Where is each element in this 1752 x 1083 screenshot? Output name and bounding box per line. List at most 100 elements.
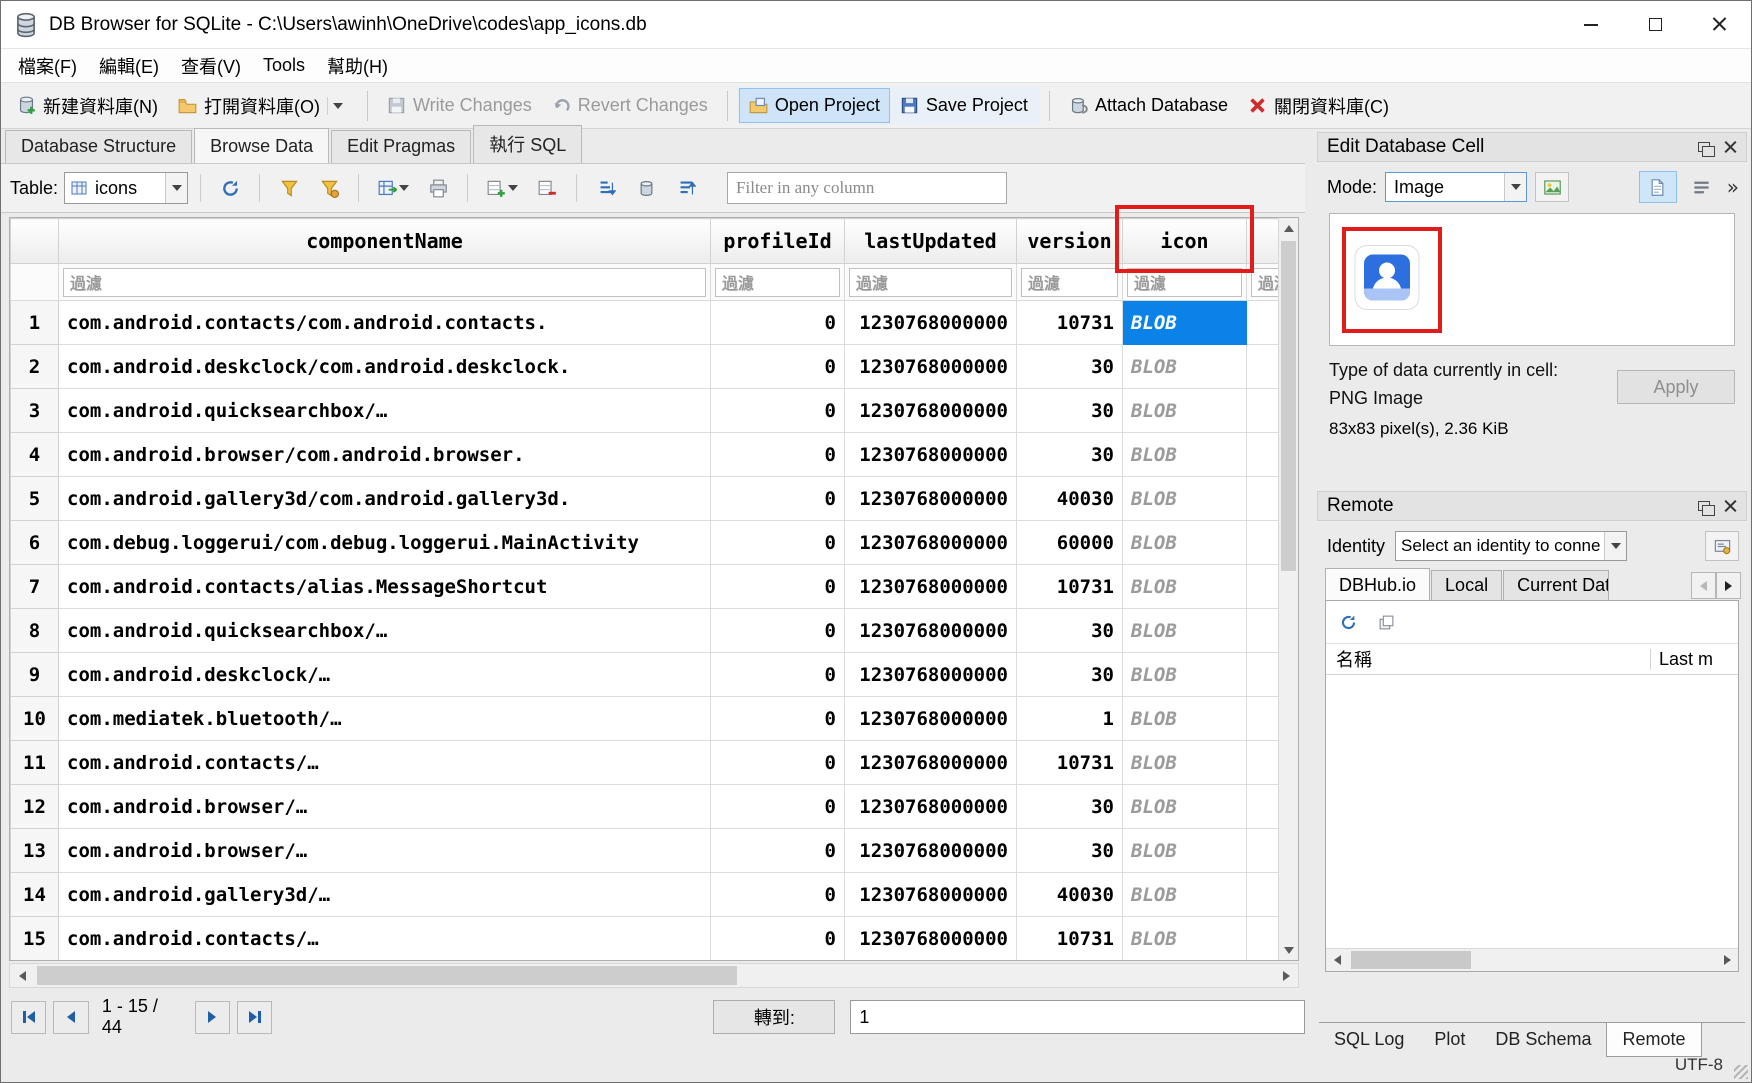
filter-any-column-input[interactable] <box>727 172 1007 204</box>
export-cell-data-button[interactable] <box>1535 172 1569 202</box>
cell-componentname[interactable]: com.android.contacts/alias.MessageShortc… <box>59 565 711 609</box>
column-header-profileid[interactable]: profileId <box>711 219 845 264</box>
cell-partial[interactable] <box>1247 477 1279 521</box>
manage-identities-button[interactable] <box>1705 531 1739 561</box>
cell-version[interactable]: 30 <box>1017 609 1123 653</box>
remote-scrollbar-thumb[interactable] <box>1351 951 1471 969</box>
filter-input-partial[interactable]: 過濾 <box>1251 268 1278 297</box>
row-number-cell[interactable]: 1 <box>11 301 59 345</box>
scroll-up-button[interactable] <box>1279 218 1298 238</box>
cell-partial[interactable] <box>1247 301 1279 345</box>
cell-lastupdated[interactable]: 1230768000000 <box>845 565 1017 609</box>
column-header-lastupdated[interactable]: lastUpdated <box>845 219 1017 264</box>
cell-componentname[interactable]: com.debug.loggerui/com.debug.loggerui.Ma… <box>59 521 711 565</box>
cell-version[interactable]: 10731 <box>1017 301 1123 345</box>
scroll-down-button[interactable] <box>1279 940 1298 960</box>
goto-record-input[interactable] <box>850 1000 1305 1034</box>
cell-version[interactable]: 10731 <box>1017 741 1123 785</box>
maximize-button[interactable] <box>1623 1 1687 48</box>
sort-ascending-button[interactable] <box>589 171 623 205</box>
identity-combobox[interactable]: Select an identity to conne <box>1395 531 1627 561</box>
goto-button[interactable]: 轉到: <box>713 1000 835 1034</box>
close-database-button[interactable]: 關閉資料庫(C) <box>1238 86 1399 126</box>
cell-version[interactable]: 30 <box>1017 785 1123 829</box>
dock-tab-plot[interactable]: Plot <box>1419 1023 1480 1057</box>
tab-execute-sql[interactable]: 執行 SQL <box>473 125 582 163</box>
cell-partial[interactable] <box>1247 433 1279 477</box>
cell-version[interactable]: 30 <box>1017 653 1123 697</box>
mode-combobox-arrow[interactable] <box>1504 173 1526 201</box>
row-number-cell[interactable]: 3 <box>11 389 59 433</box>
insert-record-button[interactable] <box>480 171 524 205</box>
cell-profileid[interactable]: 0 <box>711 301 845 345</box>
tab-current-database[interactable]: Current Dat <box>1503 570 1609 600</box>
cell-profileid[interactable]: 0 <box>711 477 845 521</box>
row-number-cell[interactable]: 14 <box>11 873 59 917</box>
attach-database-button[interactable]: Attach Database <box>1059 88 1238 123</box>
cell-lastupdated[interactable]: 1230768000000 <box>845 917 1017 961</box>
cell-partial[interactable] <box>1247 697 1279 741</box>
cell-componentname[interactable]: com.android.browser/… <box>59 829 711 873</box>
cell-lastupdated[interactable]: 1230768000000 <box>845 389 1017 433</box>
cell-icon-blob[interactable]: BLOB <box>1123 609 1247 653</box>
apply-button[interactable]: Apply <box>1617 370 1735 404</box>
tab-scroll-right-button[interactable] <box>1716 572 1741 599</box>
cell-version[interactable]: 60000 <box>1017 521 1123 565</box>
remote-column-name[interactable]: 名稱 <box>1326 646 1650 672</box>
tab-dbhub[interactable]: DBHub.io <box>1325 568 1430 600</box>
cell-lastupdated[interactable]: 1230768000000 <box>845 785 1017 829</box>
cell-componentname[interactable]: com.android.quicksearchbox/… <box>59 609 711 653</box>
cell-partial[interactable] <box>1247 741 1279 785</box>
cell-partial[interactable] <box>1247 389 1279 433</box>
cell-partial[interactable] <box>1247 565 1279 609</box>
close-button[interactable] <box>1687 1 1751 48</box>
row-number-cell[interactable]: 7 <box>11 565 59 609</box>
identity-combobox-arrow[interactable] <box>1604 532 1626 560</box>
word-wrap-button[interactable] <box>1685 172 1719 202</box>
dock-tab-remote[interactable]: Remote <box>1606 1023 1701 1057</box>
refresh-table-button[interactable] <box>213 171 247 205</box>
cell-version[interactable]: 30 <box>1017 433 1123 477</box>
horizontal-scrollbar-thumb[interactable] <box>37 966 737 985</box>
cell-lastupdated[interactable]: 1230768000000 <box>845 697 1017 741</box>
row-number-cell[interactable]: 13 <box>11 829 59 873</box>
table-combobox[interactable]: icons <box>64 172 188 204</box>
cell-icon-blob[interactable]: BLOB <box>1123 873 1247 917</box>
scroll-left-button[interactable] <box>10 964 34 987</box>
tab-local[interactable]: Local <box>1431 570 1502 600</box>
cell-partial[interactable] <box>1247 829 1279 873</box>
cell-partial[interactable] <box>1247 609 1279 653</box>
row-number-cell[interactable]: 4 <box>11 433 59 477</box>
cell-icon-blob[interactable]: BLOB <box>1123 785 1247 829</box>
clear-filters-button[interactable] <box>272 171 306 205</box>
cell-componentname[interactable]: com.android.browser/com.android.browser. <box>59 433 711 477</box>
cell-partial[interactable] <box>1247 521 1279 565</box>
cell-icon-blob[interactable]: BLOB <box>1123 741 1247 785</box>
cell-profileid[interactable]: 0 <box>711 829 845 873</box>
cell-profileid[interactable]: 0 <box>711 521 845 565</box>
menu-file[interactable]: 檔案(F) <box>7 49 88 83</box>
cell-componentname[interactable]: com.android.deskclock/… <box>59 653 711 697</box>
cell-icon-blob[interactable]: BLOB <box>1123 565 1247 609</box>
menu-tools[interactable]: Tools <box>252 51 316 80</box>
print-button[interactable] <box>421 171 455 205</box>
cell-lastupdated[interactable]: 1230768000000 <box>845 829 1017 873</box>
remote-horizontal-scrollbar[interactable] <box>1326 948 1738 971</box>
cell-version[interactable]: 1 <box>1017 697 1123 741</box>
cell-lastupdated[interactable]: 1230768000000 <box>845 741 1017 785</box>
cell-version[interactable]: 10731 <box>1017 565 1123 609</box>
cell-icon-blob[interactable]: BLOB <box>1123 301 1247 345</box>
row-number-cell[interactable]: 11 <box>11 741 59 785</box>
dock-float-icon[interactable] <box>1698 142 1710 152</box>
cell-lastupdated[interactable]: 1230768000000 <box>845 653 1017 697</box>
panel-overflow-chevron[interactable]: » <box>1727 175 1737 199</box>
cell-partial[interactable] <box>1247 785 1279 829</box>
menu-edit[interactable]: 編輯(E) <box>88 49 170 83</box>
cell-profileid[interactable]: 0 <box>711 741 845 785</box>
scroll-left-button[interactable] <box>1326 949 1348 971</box>
dock-float-icon[interactable] <box>1698 501 1710 511</box>
cell-icon-blob[interactable]: BLOB <box>1123 389 1247 433</box>
cell-profileid[interactable]: 0 <box>711 697 845 741</box>
cell-partial[interactable] <box>1247 873 1279 917</box>
cell-profileid[interactable]: 0 <box>711 389 845 433</box>
